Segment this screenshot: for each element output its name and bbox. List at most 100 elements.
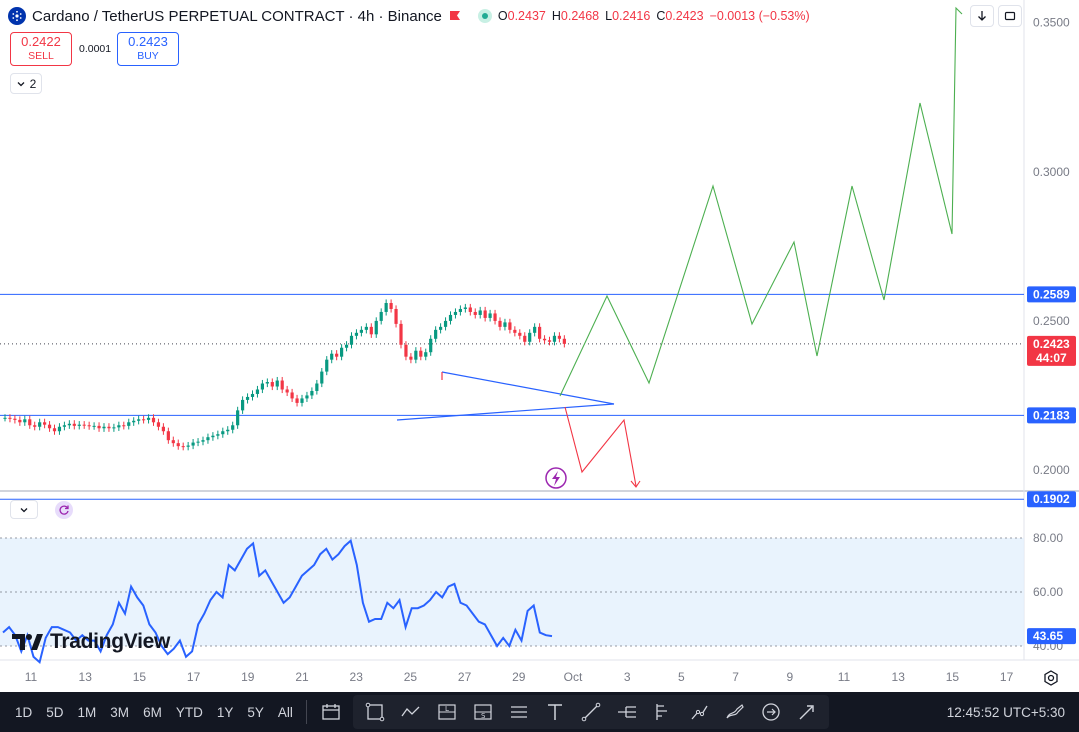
timeframe-5d[interactable]: 5D <box>39 692 70 732</box>
candle-body <box>181 446 185 448</box>
timeframe-1m[interactable]: 1M <box>71 692 104 732</box>
candle-body <box>23 419 27 423</box>
buy-button[interactable]: 0.2423 BUY <box>117 32 179 66</box>
long-position-icon[interactable]: L <box>434 699 460 725</box>
rectangle-tool-icon[interactable] <box>362 699 388 725</box>
rsi-tick-label: 80.00 <box>1033 531 1063 545</box>
candle-body <box>488 313 492 318</box>
candle-body <box>285 389 289 393</box>
price-tick-label: 0.3000 <box>1033 165 1070 179</box>
time-tick-label: Oct <box>564 670 583 684</box>
candle-body <box>463 307 467 309</box>
time-tick-label: 25 <box>404 670 418 684</box>
tradingview-logo[interactable]: TradingView <box>12 630 170 654</box>
pitchfork-icon[interactable] <box>614 699 640 725</box>
candle-body <box>335 353 339 357</box>
scroll-down-button[interactable] <box>970 5 994 27</box>
path-tool-icon[interactable] <box>398 699 424 725</box>
candle-body <box>8 417 12 419</box>
arrow-tool-icon[interactable] <box>794 699 820 725</box>
candle-body <box>399 323 403 345</box>
candle-body <box>236 410 240 426</box>
candle-body <box>528 332 532 342</box>
forecast-icon[interactable] <box>686 699 712 725</box>
timeframe-ytd[interactable]: YTD <box>169 692 210 732</box>
candle-body <box>92 425 96 427</box>
chart-canvas[interactable]: 0.50000.45000.40000.35000.30000.25000.20… <box>0 0 1079 692</box>
time-tick-label: 11 <box>838 670 851 684</box>
sell-button[interactable]: 0.2422 SELL <box>10 32 72 66</box>
timeframe-all[interactable]: All <box>271 692 300 732</box>
candle-body <box>394 308 398 324</box>
candle-body <box>206 437 210 441</box>
candle-body <box>107 426 111 429</box>
text-tool-icon[interactable] <box>542 699 568 725</box>
market-status-icon[interactable] <box>477 9 492 23</box>
symbol-title[interactable]: Cardano / TetherUS PERPETUAL CONTRACT · … <box>32 8 442 25</box>
candle-body <box>389 303 393 309</box>
candle-body <box>117 425 121 428</box>
candle-body <box>122 425 126 427</box>
timeframe-3m[interactable]: 3M <box>103 692 136 732</box>
candle-body <box>295 398 299 403</box>
candle-body <box>518 332 522 336</box>
date-range-icon[interactable] <box>318 699 344 725</box>
candle-body <box>127 422 131 426</box>
rsi-collapse-button[interactable] <box>10 500 38 519</box>
candle-body <box>508 322 512 330</box>
candle-body <box>196 441 200 443</box>
timeframe-1y[interactable]: 1Y <box>210 692 241 732</box>
brush-icon[interactable] <box>722 699 748 725</box>
candle-body <box>191 442 195 446</box>
candle-body <box>142 419 146 421</box>
candle-body <box>221 431 225 435</box>
indicators-collapse-button[interactable]: 2 <box>10 73 42 94</box>
fullscreen-button[interactable] <box>998 5 1022 27</box>
time-tick-label: 15 <box>133 670 147 684</box>
candle-body <box>330 353 334 360</box>
timeframe-5y[interactable]: 5Y <box>240 692 271 732</box>
flag-icon[interactable] <box>448 9 462 23</box>
time-tick-label: 21 <box>295 670 309 684</box>
candle-body <box>310 390 314 396</box>
candle-body <box>132 420 136 423</box>
current-price-label: 0.2423 <box>1033 337 1070 351</box>
candle-body <box>493 313 497 321</box>
short-position-icon[interactable]: S <box>470 699 496 725</box>
candle-body <box>211 435 215 438</box>
measure-icon[interactable] <box>758 699 784 725</box>
candle-body <box>552 335 557 342</box>
candle-body <box>57 426 62 432</box>
candle-body <box>82 424 86 426</box>
candle-body <box>77 424 81 426</box>
clock[interactable]: 12:45:52 UTC+5:30 <box>947 692 1065 732</box>
horizontal-lines-icon[interactable] <box>506 699 532 725</box>
candle-body <box>280 380 284 390</box>
candle-body <box>374 320 378 335</box>
candle-body <box>448 314 453 321</box>
candle-body <box>344 344 349 348</box>
timeframe-6m[interactable]: 6M <box>136 692 169 732</box>
candle-body <box>523 335 527 342</box>
candle-body <box>3 417 7 419</box>
trend-line-icon[interactable] <box>578 699 604 725</box>
bottom-toolbar: 1D 5D 1M 3M 6M YTD 1Y 5Y All L S 12:45:5… <box>0 692 1079 732</box>
countdown-label: 44:07 <box>1036 351 1067 365</box>
fib-tool-icon[interactable] <box>650 699 676 725</box>
candle-body <box>52 428 57 432</box>
refresh-icon[interactable] <box>55 501 73 519</box>
candle-body <box>161 426 165 432</box>
timeframe-1d[interactable]: 1D <box>8 692 39 732</box>
time-tick-label: 17 <box>1000 670 1014 684</box>
spread-value: 0.0001 <box>79 43 112 55</box>
candle-body <box>453 311 458 315</box>
candle-body <box>562 338 566 344</box>
candle-body <box>498 320 502 327</box>
candle-body <box>216 434 220 436</box>
candle-body <box>87 425 91 427</box>
chevron-down-icon <box>20 507 28 512</box>
candle-body <box>513 329 517 333</box>
candle-body <box>102 426 106 429</box>
time-tick-label: 7 <box>732 670 739 684</box>
settings-icon[interactable] <box>1042 669 1060 687</box>
